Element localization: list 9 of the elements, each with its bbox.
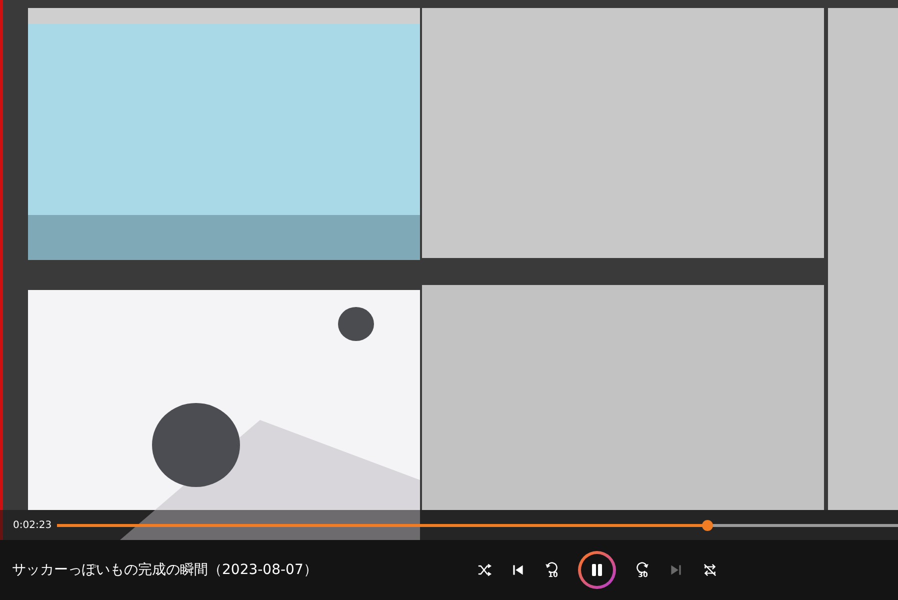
rewind-icon [544,560,560,576]
previous-icon [510,562,526,578]
video-title: サッカーっぽいもの完成の瞬間（2023-08-07） [12,561,318,579]
forward-icon [634,560,650,576]
elapsed-time: 0:02:23 [13,520,53,530]
repeat-off-icon [702,562,718,578]
next-icon [668,562,684,578]
shuffle-icon [476,562,492,578]
pause-icon [589,562,605,578]
